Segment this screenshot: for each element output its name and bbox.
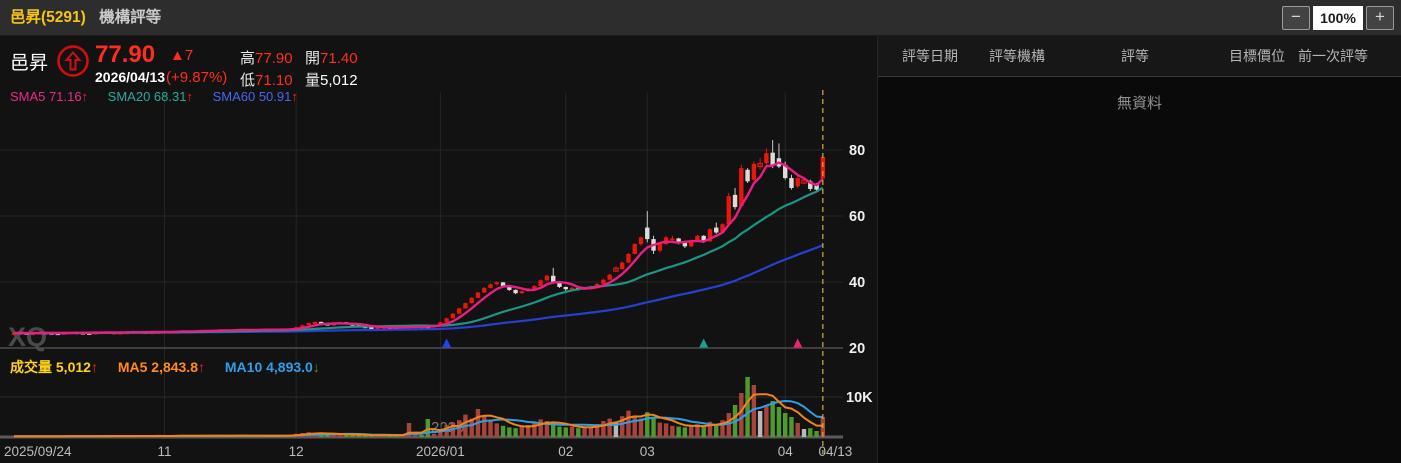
open-value: 71.40 bbox=[320, 50, 358, 67]
zoom-in-button[interactable]: + bbox=[1366, 6, 1394, 30]
high-value: 77.90 bbox=[255, 50, 293, 67]
column-rating-agency: 評等機構 bbox=[989, 48, 1045, 64]
high-label: 高 bbox=[240, 50, 256, 67]
markers-layer bbox=[442, 90, 824, 454]
svg-text:60: 60 bbox=[849, 209, 865, 225]
svg-text:80: 80 bbox=[849, 143, 865, 159]
volume-label: 量 bbox=[305, 72, 321, 89]
sma60-legend: SMA60 50.91 bbox=[212, 89, 292, 104]
sma5-legend: SMA5 71.16 bbox=[10, 89, 82, 104]
chart-panel: XQ2026 80 60 40 20 10K 2025/09/24 11 12 2026/01 02… bbox=[0, 36, 877, 463]
volume-ma10-legend: MA10 4,893.0 bbox=[224, 359, 313, 375]
volume-layer bbox=[11, 377, 826, 438]
column-rating: 評等 bbox=[1121, 48, 1149, 64]
page-title: 機構評等 bbox=[99, 9, 162, 26]
column-previous-rating: 前一次評等 bbox=[1298, 48, 1368, 64]
rating-panel: 評等日期 評等機構 評等 目標價位 前一次評等 無資料 bbox=[877, 36, 1401, 463]
sma5-up-arrow-icon: ↑ bbox=[81, 89, 89, 104]
sma-legend: SMA5 71.16↑ SMA20 68.31↑ SMA60 50.91↑ bbox=[10, 89, 314, 104]
top-title-bar: 邑昇(5291) 機構評等 − 100% + bbox=[0, 0, 1401, 36]
candles-layer bbox=[11, 140, 826, 336]
signal-triangle-icon bbox=[793, 338, 803, 348]
svg-text:2026/01: 2026/01 bbox=[416, 444, 465, 459]
zoom-level-value: 100% bbox=[1313, 6, 1363, 30]
svg-text:04: 04 bbox=[778, 444, 794, 459]
signal-triangle-icon bbox=[699, 338, 709, 348]
zoom-control: − 100% + bbox=[1282, 6, 1394, 30]
watermarks-layer: XQ2026 bbox=[8, 322, 464, 436]
price-change-percent: (+9.87%) bbox=[166, 69, 228, 86]
limit-up-icon bbox=[57, 45, 89, 77]
sma20-legend: SMA20 68.31 bbox=[107, 89, 187, 104]
svg-text:10K: 10K bbox=[846, 390, 873, 406]
price-ma-layer bbox=[13, 161, 824, 335]
last-price: 77.90 bbox=[95, 41, 156, 68]
no-data-message: 無資料 bbox=[1116, 95, 1162, 112]
window-title: 邑昇(5291) 機構評等 bbox=[10, 0, 161, 36]
zoom-out-button[interactable]: − bbox=[1282, 6, 1310, 30]
svg-text:03: 03 bbox=[640, 444, 655, 459]
rating-table-header: 評等日期 評等機構 評等 目標價位 前一次評等 bbox=[878, 36, 1401, 77]
stock-title: 邑昇(5291) bbox=[10, 9, 86, 26]
price-change: ▲7 bbox=[170, 47, 194, 64]
svg-text:02: 02 bbox=[558, 444, 573, 459]
grid-layer bbox=[0, 92, 843, 439]
volume-up-arrow-icon: ↑ bbox=[90, 359, 98, 375]
svg-text:2025/09/24: 2025/09/24 bbox=[4, 444, 72, 459]
low-label: 低 bbox=[240, 72, 256, 89]
signal-triangle-icon bbox=[442, 338, 452, 348]
sma60-up-arrow-icon: ↑ bbox=[291, 89, 298, 104]
volume-value: 5,012 bbox=[320, 72, 358, 89]
volume-legend: 成交量 5,012↑ MA5 2,843.8↑ MA10 4,893.0↓ bbox=[10, 357, 320, 377]
low-value: 71.10 bbox=[255, 72, 293, 89]
svg-text:12: 12 bbox=[289, 444, 304, 459]
svg-text:40: 40 bbox=[849, 275, 865, 291]
svg-text:11: 11 bbox=[157, 444, 171, 459]
quote-stock-name: 邑昇 bbox=[10, 53, 49, 74]
quote-date: 2026/04/13 bbox=[95, 69, 166, 85]
open-label: 開 bbox=[305, 50, 321, 67]
column-rating-date: 評等日期 bbox=[902, 48, 958, 64]
column-target-price: 目標價位 bbox=[1229, 48, 1285, 64]
sma20-up-arrow-icon: ↑ bbox=[186, 89, 193, 104]
volume-ma5-legend: MA5 2,843.8 bbox=[117, 359, 198, 375]
volume-ma10-down-arrow-icon: ↓ bbox=[312, 359, 320, 375]
volume-total-legend: 成交量 5,012 bbox=[10, 359, 91, 375]
volume-ma5-up-arrow-icon: ↑ bbox=[198, 359, 205, 375]
svg-text:20: 20 bbox=[849, 341, 865, 357]
svg-text:04/13: 04/13 bbox=[818, 444, 852, 459]
